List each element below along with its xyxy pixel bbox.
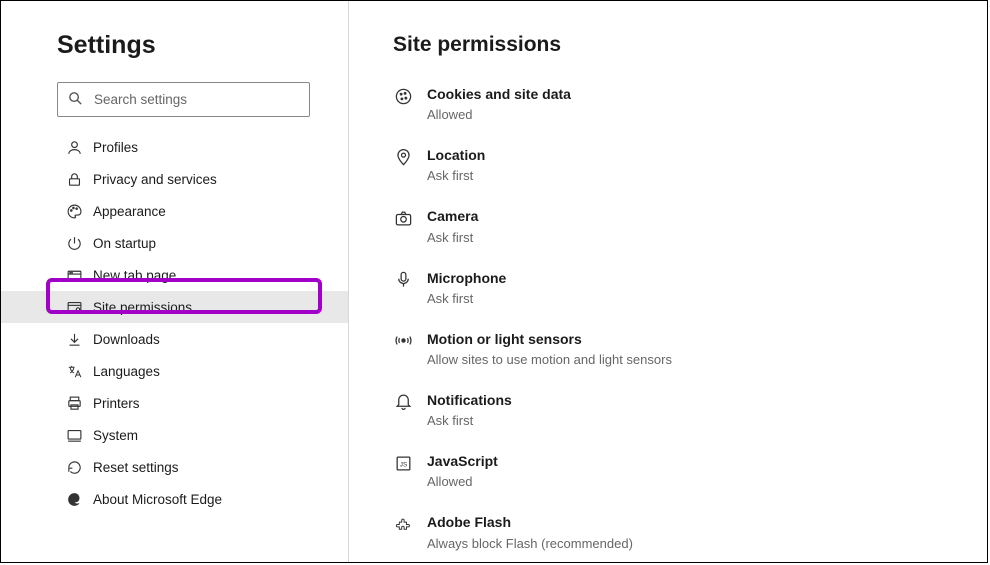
camera-icon: [393, 208, 413, 228]
sensor-icon: [393, 331, 413, 351]
nav-printers[interactable]: Printers: [1, 387, 348, 419]
perm-javascript[interactable]: JS JavaScript Allowed: [393, 452, 987, 489]
perm-microphone[interactable]: Microphone Ask first: [393, 269, 987, 306]
perm-motion-sensors[interactable]: Motion or light sensors Allow sites to u…: [393, 330, 987, 367]
cookie-icon: [393, 86, 413, 106]
nav-newtab[interactable]: New tab page: [1, 259, 348, 291]
system-icon: [65, 426, 83, 444]
nav-about[interactable]: About Microsoft Edge: [1, 483, 348, 515]
permissions-icon: [65, 298, 83, 316]
perm-title: Motion or light sensors: [427, 330, 672, 348]
perm-status: Ask first: [427, 413, 512, 428]
nav-label: New tab page: [93, 268, 176, 283]
reset-icon: [65, 458, 83, 476]
perm-cookies[interactable]: Cookies and site data Allowed: [393, 85, 987, 122]
language-icon: [65, 362, 83, 380]
main-content: Site permissions Cookies and site data A…: [349, 1, 987, 562]
settings-sidebar: Settings Profiles Privacy and servic: [1, 1, 349, 562]
nav-label: Languages: [93, 364, 160, 379]
permissions-list: Cookies and site data Allowed Location A…: [393, 85, 987, 551]
perm-status: Allowed: [427, 107, 571, 122]
edge-icon: [65, 490, 83, 508]
nav-downloads[interactable]: Downloads: [1, 323, 348, 355]
nav-label: Site permissions: [93, 300, 192, 315]
perm-title: JavaScript: [427, 452, 498, 470]
nav-system[interactable]: System: [1, 419, 348, 451]
nav-languages[interactable]: Languages: [1, 355, 348, 387]
page-title: Site permissions: [393, 33, 987, 57]
svg-text:JS: JS: [399, 461, 406, 468]
nav-label: On startup: [93, 236, 156, 251]
nav-privacy[interactable]: Privacy and services: [1, 163, 348, 195]
bell-icon: [393, 392, 413, 412]
lock-icon: [65, 170, 83, 188]
nav-label: Downloads: [93, 332, 160, 347]
perm-status: Ask first: [427, 230, 478, 245]
perm-notifications[interactable]: Notifications Ask first: [393, 391, 987, 428]
palette-icon: [65, 202, 83, 220]
perm-title: Microphone: [427, 269, 506, 287]
nav-label: Reset settings: [93, 460, 179, 475]
nav-label: Privacy and services: [93, 172, 217, 187]
settings-title: Settings: [57, 31, 348, 60]
perm-title: Cookies and site data: [427, 85, 571, 103]
perm-flash[interactable]: Adobe Flash Always block Flash (recommen…: [393, 513, 987, 550]
perm-location[interactable]: Location Ask first: [393, 146, 987, 183]
nav-label: System: [93, 428, 138, 443]
nav-profiles[interactable]: Profiles: [1, 131, 348, 163]
power-icon: [65, 234, 83, 252]
settings-window: Settings Profiles Privacy and servic: [0, 0, 988, 563]
perm-title: Camera: [427, 207, 478, 225]
puzzle-icon: [393, 514, 413, 534]
perm-status: Ask first: [427, 291, 506, 306]
nav-reset[interactable]: Reset settings: [1, 451, 348, 483]
perm-status: Always block Flash (recommended): [427, 536, 633, 551]
tab-icon: [65, 266, 83, 284]
search-settings[interactable]: [57, 82, 310, 117]
printer-icon: [65, 394, 83, 412]
profile-icon: [65, 138, 83, 156]
nav-label: Appearance: [93, 204, 166, 219]
download-icon: [65, 330, 83, 348]
perm-title: Adobe Flash: [427, 513, 633, 531]
perm-status: Allow sites to use motion and light sens…: [427, 352, 672, 367]
javascript-icon: JS: [393, 453, 413, 473]
nav-startup[interactable]: On startup: [1, 227, 348, 259]
perm-status: Allowed: [427, 474, 498, 489]
perm-title: Notifications: [427, 391, 512, 409]
perm-status: Ask first: [427, 168, 485, 183]
nav-site-permissions[interactable]: Site permissions: [1, 291, 348, 323]
nav-appearance[interactable]: Appearance: [1, 195, 348, 227]
location-icon: [393, 147, 413, 167]
nav-label: Printers: [93, 396, 140, 411]
search-input[interactable]: [57, 82, 310, 117]
nav-label: Profiles: [93, 140, 138, 155]
perm-title: Location: [427, 146, 485, 164]
nav-label: About Microsoft Edge: [93, 492, 222, 507]
microphone-icon: [393, 270, 413, 290]
settings-nav: Profiles Privacy and services Appearance…: [1, 131, 348, 515]
search-icon: [67, 90, 85, 108]
perm-camera[interactable]: Camera Ask first: [393, 207, 987, 244]
